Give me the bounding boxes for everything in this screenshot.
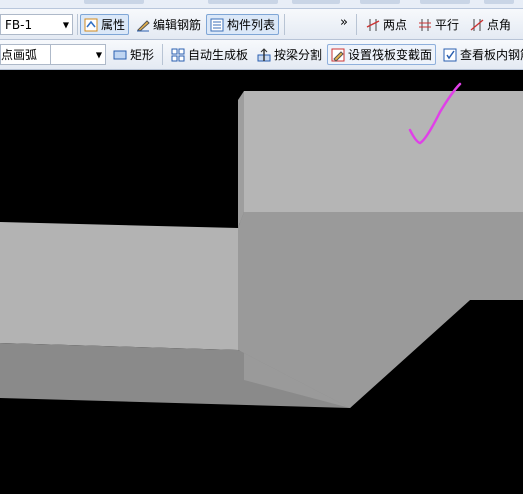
grid-icon (171, 48, 185, 62)
split-by-beam-button[interactable]: 按梁分割 (253, 44, 326, 65)
toolbar-primary: FB-1 ▼ 属性 编辑钢筋 构件列表 » 两点 平行 点角 (0, 9, 523, 40)
pencil-icon (331, 48, 345, 62)
edit-rebar-button[interactable]: 编辑钢筋 (132, 14, 205, 35)
view-slab-rebar-label: 查看板内钢筋 (460, 48, 523, 62)
edit-rebar-label: 编辑钢筋 (153, 18, 202, 32)
view-slab-rebar-button[interactable]: 查看板内钢筋 (439, 44, 523, 65)
point-angle-button[interactable]: 点角 (466, 14, 515, 35)
secondary-select[interactable]: ▼ (50, 44, 106, 65)
rectangle-icon (113, 48, 127, 62)
component-select-value: FB-1 (5, 17, 33, 32)
auto-generate-slab-label: 自动生成板 (188, 48, 249, 62)
chevron-down-icon: ▼ (62, 20, 69, 29)
two-points-button[interactable]: 两点 (362, 14, 411, 35)
rectangle-button[interactable]: 矩形 (109, 44, 158, 65)
toolbar-overflow-button[interactable]: » (340, 12, 348, 33)
toolbar-secondary: 点画弧 ▼ 矩形 自动生成板 按梁分割 设置筏板变截面 查看板内钢筋 (0, 40, 523, 70)
component-select[interactable]: FB-1 ▼ (0, 14, 73, 35)
chevron-down-icon: ▼ (95, 50, 102, 59)
arc-mode-value: 点画弧 (1, 48, 38, 62)
parallel-icon (418, 18, 432, 32)
parallel-button[interactable]: 平行 (414, 14, 463, 35)
split-by-beam-label: 按梁分割 (274, 48, 323, 62)
set-section-change-button[interactable]: 设置筏板变截面 (327, 44, 437, 65)
split-icon (257, 47, 271, 62)
lower-slab-top-face (0, 222, 238, 350)
pencil-icon (136, 18, 150, 32)
attributes-button[interactable]: 属性 (80, 14, 130, 35)
component-list-label: 构件列表 (227, 18, 276, 32)
list-icon (210, 18, 224, 32)
set-section-change-label: 设置筏板变截面 (348, 48, 433, 62)
raised-slab-top-face (244, 91, 523, 212)
top-menu-strip (0, 0, 523, 9)
two-points-icon (366, 18, 380, 32)
point-angle-label: 点角 (487, 18, 512, 32)
component-list-button[interactable]: 构件列表 (206, 14, 280, 35)
arc-mode-select[interactable]: 点画弧 (0, 44, 50, 65)
attributes-icon (84, 18, 98, 32)
view-rebar-icon (443, 48, 457, 62)
two-points-label: 两点 (383, 18, 408, 32)
parallel-label: 平行 (435, 18, 460, 32)
point-angle-icon (470, 18, 484, 32)
step-edge-face (238, 91, 244, 228)
rectangle-label: 矩形 (130, 48, 155, 62)
auto-generate-slab-button[interactable]: 自动生成板 (167, 44, 252, 65)
3d-viewport[interactable] (0, 71, 523, 494)
attributes-label: 属性 (101, 18, 126, 32)
